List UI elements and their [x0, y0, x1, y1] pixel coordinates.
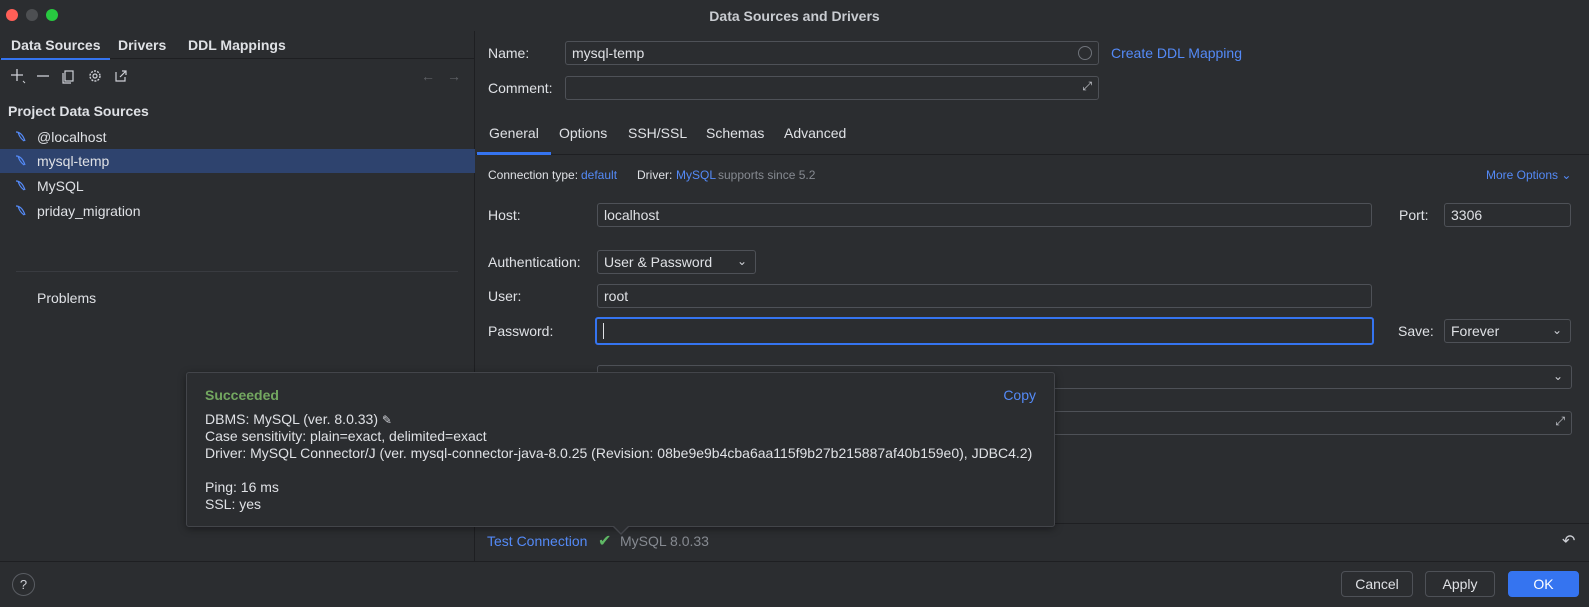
ping-line: Ping: 16 ms — [205, 479, 279, 495]
tab-advanced[interactable]: Advanced — [784, 125, 846, 141]
window-title: Data Sources and Drivers — [709, 8, 880, 24]
more-options-link[interactable]: More Options ⌄ — [1486, 168, 1571, 182]
dialog-footer: ? Cancel Apply OK — [0, 561, 1589, 607]
save-label: Save: — [1398, 323, 1434, 339]
user-label: User: — [488, 288, 522, 304]
password-input[interactable] — [595, 317, 1374, 345]
user-input[interactable]: root — [597, 284, 1372, 308]
tab-options[interactable]: Options — [559, 125, 607, 141]
copy-link[interactable]: Copy — [1003, 387, 1036, 403]
host-label: Host: — [488, 207, 521, 223]
chevron-down-icon: ⌄ — [1551, 323, 1562, 337]
connection-type-label: Connection type: — [488, 168, 579, 182]
driver-label: Driver: — [637, 168, 673, 182]
help-button[interactable]: ? — [12, 573, 35, 596]
authentication-value: User & Password — [604, 254, 713, 270]
test-connection-link[interactable]: Test Connection — [487, 533, 587, 549]
create-ddl-mapping-link[interactable]: Create DDL Mapping — [1111, 45, 1242, 61]
tab-drivers[interactable]: Drivers — [118, 37, 166, 53]
project-data-sources-heading: Project Data Sources — [8, 103, 149, 119]
expand-icon[interactable]: ⤢ — [1555, 414, 1565, 429]
tab-data-sources[interactable]: Data Sources — [0, 37, 112, 60]
connection-type-link[interactable]: default — [581, 168, 617, 182]
data-source-item-mysql[interactable]: MySQL — [0, 174, 475, 198]
back-arrow-icon[interactable]: ← — [418, 66, 438, 86]
reset-undo-icon[interactable]: ↶ — [1562, 531, 1575, 551]
settings-gear-icon[interactable] — [85, 66, 105, 86]
ok-button[interactable]: OK — [1508, 571, 1579, 597]
left-tabs: Data Sources Drivers DDL Mappings — [0, 31, 475, 60]
success-check-icon: ✔ — [598, 533, 612, 550]
save-value: Forever — [1451, 323, 1500, 339]
remove-icon[interactable] — [33, 66, 53, 86]
popup-pointer-inner — [614, 526, 628, 533]
tab-ddl-mappings[interactable]: DDL Mappings — [188, 37, 286, 53]
authentication-label: Authentication: — [488, 254, 581, 270]
driver-note: supports since 5.2 — [718, 168, 816, 182]
tab-ssh-ssl[interactable]: SSH/SSL — [628, 125, 687, 141]
driver-info-line: Driver: MySQL Connector/J (ver. mysql-co… — [205, 445, 1033, 461]
tab-schemas[interactable]: Schemas — [706, 125, 764, 141]
save-select[interactable]: Forever ⌄ — [1444, 319, 1571, 343]
more-options-label: More Options — [1486, 168, 1559, 182]
tab-general[interactable]: General — [477, 125, 551, 155]
apply-button[interactable]: Apply — [1425, 571, 1495, 597]
port-label: Port: — [1399, 207, 1429, 223]
data-source-item-localhost[interactable]: @localhost — [0, 125, 475, 149]
add-icon[interactable] — [8, 66, 28, 86]
data-source-label: MySQL — [37, 178, 84, 194]
chevron-down-icon: ⌄ — [1552, 369, 1563, 383]
color-circle-icon[interactable] — [1078, 46, 1092, 60]
comment-label: Comment: — [488, 80, 553, 96]
password-label: Password: — [488, 323, 554, 339]
chevron-down-icon: ⌄ — [736, 254, 747, 268]
name-input[interactable]: mysql-temp — [565, 41, 1099, 65]
chevron-down-icon: ⌄ — [1561, 168, 1572, 182]
dbms-line: DBMS: MySQL (ver. 8.0.33) ✎ — [205, 411, 392, 427]
name-label: Name: — [488, 45, 530, 61]
data-sources-toolbar: ← → — [0, 66, 475, 88]
host-input[interactable]: localhost — [597, 203, 1372, 227]
data-source-label: priday_migration — [37, 203, 141, 219]
duplicate-icon[interactable] — [59, 66, 79, 86]
data-source-item-priday-migration[interactable]: priday_migration — [0, 199, 475, 223]
open-external-icon[interactable] — [111, 66, 131, 86]
divider — [16, 271, 458, 272]
mysql-dolphin-icon — [15, 131, 26, 142]
dbms-text: DBMS: MySQL (ver. 8.0.33) — [205, 411, 378, 427]
mysql-dolphin-icon — [15, 205, 26, 216]
pencil-edit-icon[interactable]: ✎ — [382, 413, 392, 427]
name-input-value: mysql-temp — [572, 45, 645, 61]
data-source-label: mysql-temp — [37, 153, 110, 169]
problems-item[interactable]: Problems — [37, 290, 96, 306]
title-bar: Data Sources and Drivers — [0, 0, 1589, 31]
text-cursor — [603, 323, 604, 340]
authentication-select[interactable]: User & Password ⌄ — [597, 250, 756, 274]
test-connection-popup: Succeeded Copy DBMS: MySQL (ver. 8.0.33)… — [186, 372, 1055, 527]
mysql-dolphin-icon — [15, 180, 26, 191]
port-input[interactable]: 3306 — [1444, 203, 1571, 227]
test-result-text: MySQL 8.0.33 — [620, 533, 709, 549]
forward-arrow-icon[interactable]: → — [444, 66, 464, 86]
driver-link[interactable]: MySQL — [676, 168, 716, 182]
status-succeeded: Succeeded — [205, 387, 279, 403]
ssl-line: SSL: yes — [205, 496, 262, 512]
cancel-button[interactable]: Cancel — [1341, 571, 1413, 597]
expand-icon[interactable]: ⤢ — [1082, 79, 1092, 94]
mysql-dolphin-icon — [15, 155, 26, 166]
connection-tabs: General Options SSH/SSL Schemas Advanced — [476, 121, 1589, 155]
data-source-label: @localhost — [37, 129, 107, 145]
case-sensitivity-line: Case sensitivity: plain=exact, delimited… — [205, 428, 487, 444]
comment-input[interactable]: ⤢ — [565, 76, 1099, 100]
data-source-item-mysql-temp[interactable]: mysql-temp — [0, 149, 475, 173]
